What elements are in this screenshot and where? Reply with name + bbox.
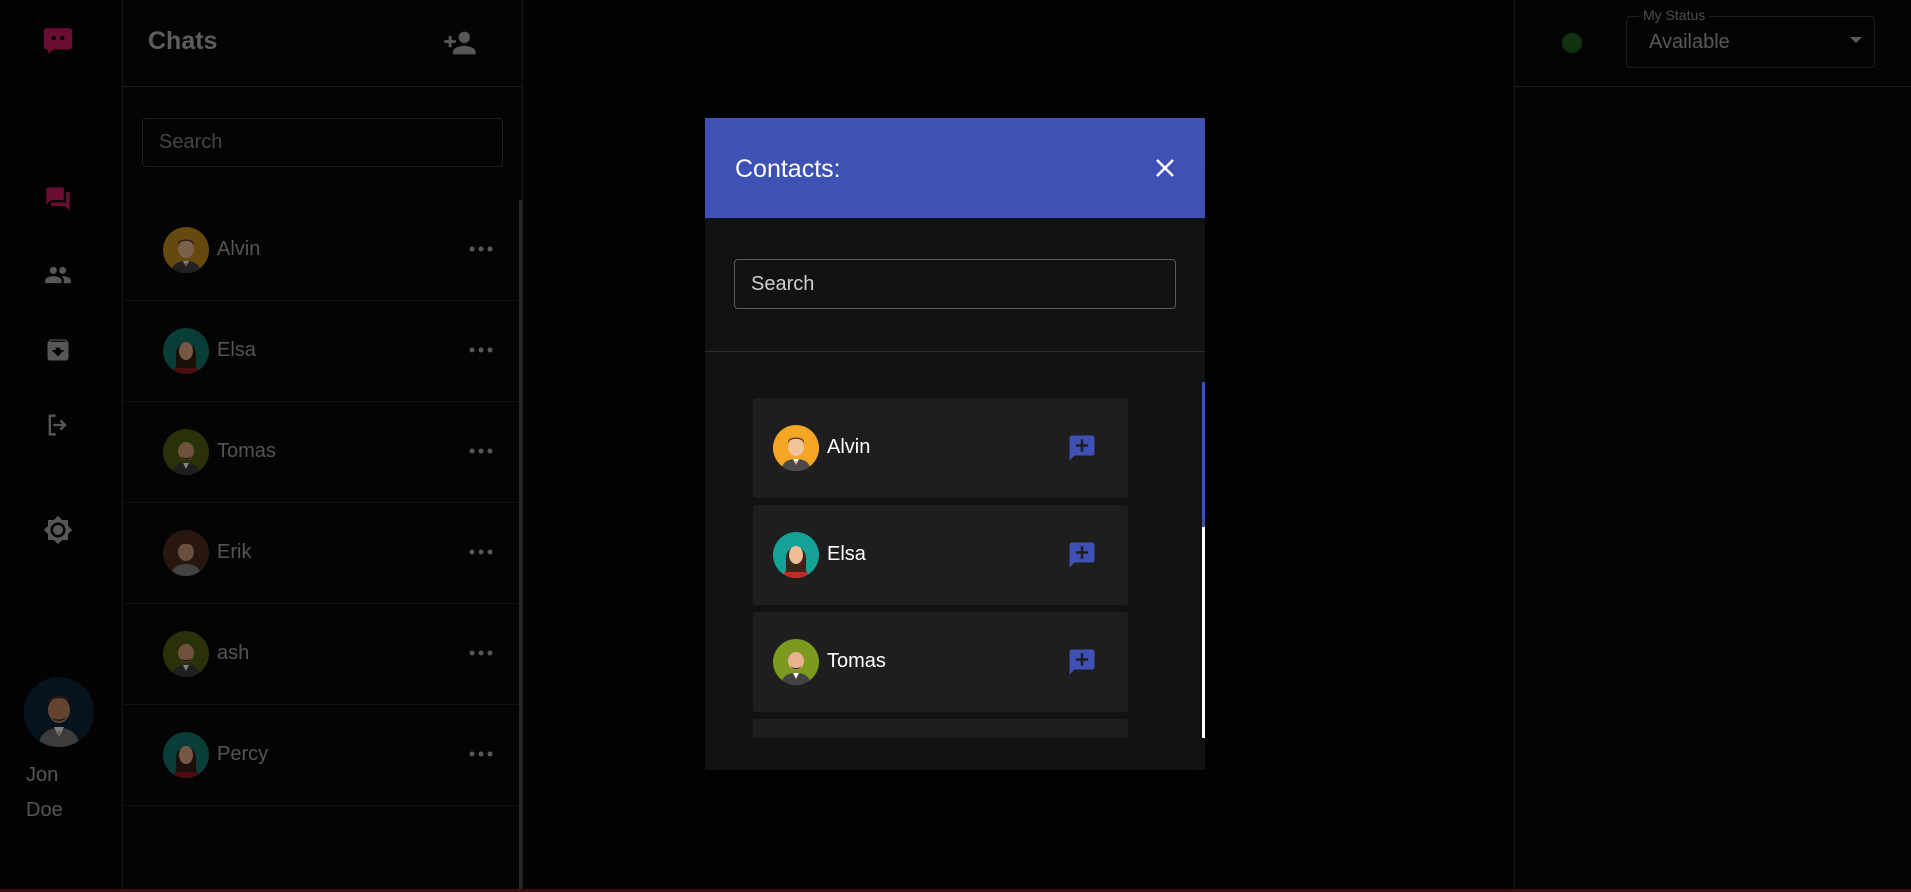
modal-title: Contacts: <box>735 155 841 183</box>
close-icon[interactable] <box>1147 150 1183 186</box>
contact-item-elsa[interactable]: Elsa <box>753 505 1128 605</box>
contacts-modal: Contacts: Search Alvin Elsa Tomas <box>705 118 1205 770</box>
modal-header: Contacts: <box>705 118 1205 218</box>
add-comment-icon[interactable] <box>1067 433 1097 463</box>
contact-item-partial[interactable] <box>753 719 1128 738</box>
contact-item-alvin[interactable]: Alvin <box>753 398 1128 498</box>
contact-name: Alvin <box>827 436 871 458</box>
avatar <box>773 639 819 685</box>
contacts-scrollbar-thumb[interactable] <box>1202 382 1205 527</box>
contact-name: Elsa <box>827 543 866 565</box>
contact-item-tomas[interactable]: Tomas <box>753 612 1128 712</box>
avatar <box>773 532 819 578</box>
add-comment-icon[interactable] <box>1067 540 1097 570</box>
contacts-search-input[interactable]: Search <box>734 259 1176 309</box>
add-comment-icon[interactable] <box>1067 647 1097 677</box>
avatar <box>773 425 819 471</box>
contact-list: Alvin Elsa Tomas <box>753 398 1128 738</box>
contact-name: Tomas <box>827 650 886 672</box>
divider <box>705 351 1205 352</box>
